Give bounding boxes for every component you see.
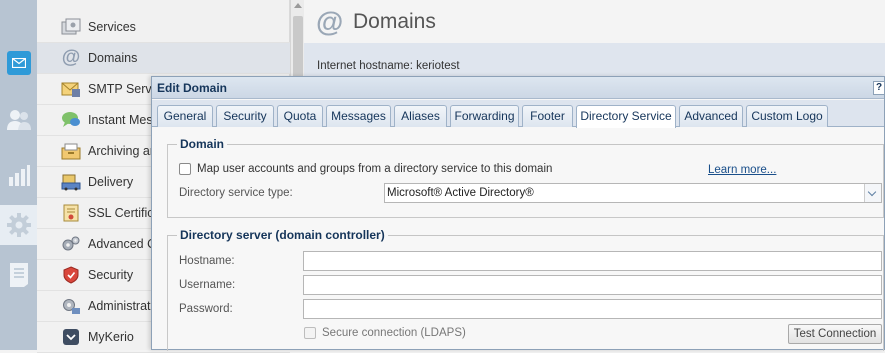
tab-forwarding[interactable]: Forwarding — [450, 105, 519, 127]
directory-service-type-value: Microsoft® Active Directory® — [387, 187, 534, 199]
tab-general[interactable]: General — [157, 105, 213, 127]
map-accounts-label[interactable]: Map user accounts and groups from a dire… — [197, 163, 552, 175]
log-document-icon — [9, 263, 28, 287]
nav-label-instant-messaging: Instant Mes — [88, 113, 153, 127]
instant-messaging-icon — [60, 110, 82, 130]
username-input[interactable] — [303, 275, 882, 295]
tab-quota[interactable]: Quota — [277, 105, 323, 127]
mykerio-icon — [60, 327, 82, 347]
secure-connection-label: Secure connection (LDAPS) — [322, 327, 466, 339]
dialog-title: Edit Domain — [157, 81, 228, 95]
tab-security[interactable]: Security — [216, 105, 274, 127]
username-label: Username: — [179, 279, 236, 291]
logs-rail-button[interactable] — [0, 255, 37, 295]
at-sign-icon: @ — [316, 5, 344, 37]
nav-label-ssl-certificates: SSL Certifica — [88, 206, 161, 220]
map-accounts-checkbox[interactable] — [179, 163, 191, 175]
smtp-server-icon — [60, 79, 82, 99]
directory-server-legend: Directory server (domain controller) — [177, 228, 388, 242]
password-label: Password: — [179, 303, 233, 315]
hostname-label: Hostname: — [179, 255, 235, 267]
users-rail-button[interactable] — [0, 100, 37, 140]
at-sign-icon: @ — [61, 47, 81, 68]
password-input[interactable] — [303, 299, 882, 319]
nav-item-domains[interactable]: @ Domains — [37, 43, 290, 74]
domain-fieldset — [167, 144, 884, 218]
tab-messages[interactable]: Messages — [326, 105, 391, 127]
administration-icon — [60, 296, 82, 316]
tab-directory-service[interactable]: Directory Service — [576, 105, 676, 128]
hostname-input[interactable] — [303, 251, 882, 271]
tab-aliases[interactable]: Aliases — [394, 105, 447, 127]
help-button[interactable]: ? — [873, 81, 885, 95]
scroll-up-arrow-icon[interactable] — [294, 3, 302, 8]
nav-label-archiving: Archiving ar — [88, 144, 154, 158]
edit-domain-dialog: Edit Domain ? General Security Quota Mes… — [151, 76, 885, 351]
nav-label-services: Services — [88, 20, 136, 34]
archiving-icon — [60, 141, 82, 161]
page-header: @ Domains — [304, 0, 885, 43]
statistics-rail-button[interactable] — [0, 155, 37, 195]
nav-label-smtp-server: SMTP Serve — [88, 82, 159, 96]
dialog-tab-bar: General Security Quota Messages Aliases … — [152, 100, 884, 128]
nav-label-administration: Administrati — [88, 299, 154, 313]
nav-label-mykerio: MyKerio — [88, 330, 134, 344]
nav-item-services[interactable]: Services — [37, 12, 290, 43]
ssl-certificate-icon — [60, 203, 82, 223]
nav-label-advanced-options: Advanced O — [88, 237, 157, 251]
bar-chart-icon — [8, 165, 30, 186]
nav-label-delivery: Delivery — [88, 175, 134, 189]
security-shield-icon — [60, 265, 82, 285]
internet-hostname-text: Internet hostname: keriotest — [317, 60, 460, 72]
configuration-rail-button[interactable] — [0, 205, 37, 245]
tab-advanced[interactable]: Advanced — [679, 105, 743, 127]
delivery-icon — [60, 172, 82, 192]
domain-fieldset-top-border — [167, 144, 884, 145]
services-icon — [60, 17, 82, 37]
directory-service-type-select[interactable]: Microsoft® Active Directory® — [384, 183, 882, 203]
dialog-titlebar[interactable]: Edit Domain ? — [152, 77, 885, 99]
users-icon — [6, 110, 31, 130]
domain-legend: Domain — [177, 137, 228, 151]
tab-footer[interactable]: Footer — [522, 105, 573, 127]
nav-label-domains: Domains — [88, 51, 138, 65]
page-title: Domains — [353, 9, 436, 33]
advanced-gears-icon — [60, 234, 82, 254]
nav-label-security: Security — [88, 268, 134, 282]
app-icon-rail — [0, 0, 37, 350]
tab-custom-logo[interactable]: Custom Logo — [746, 105, 828, 127]
chevron-down-icon[interactable] — [864, 184, 881, 202]
secure-connection-checkbox[interactable] — [304, 327, 316, 339]
mail-icon — [6, 51, 31, 75]
test-connection-button[interactable]: Test Connection — [788, 324, 882, 344]
directory-service-type-label: Directory service type: — [179, 187, 293, 199]
gear-icon — [6, 213, 31, 237]
learn-more-link[interactable]: Learn more... — [708, 164, 776, 176]
mail-rail-button[interactable] — [0, 43, 37, 83]
